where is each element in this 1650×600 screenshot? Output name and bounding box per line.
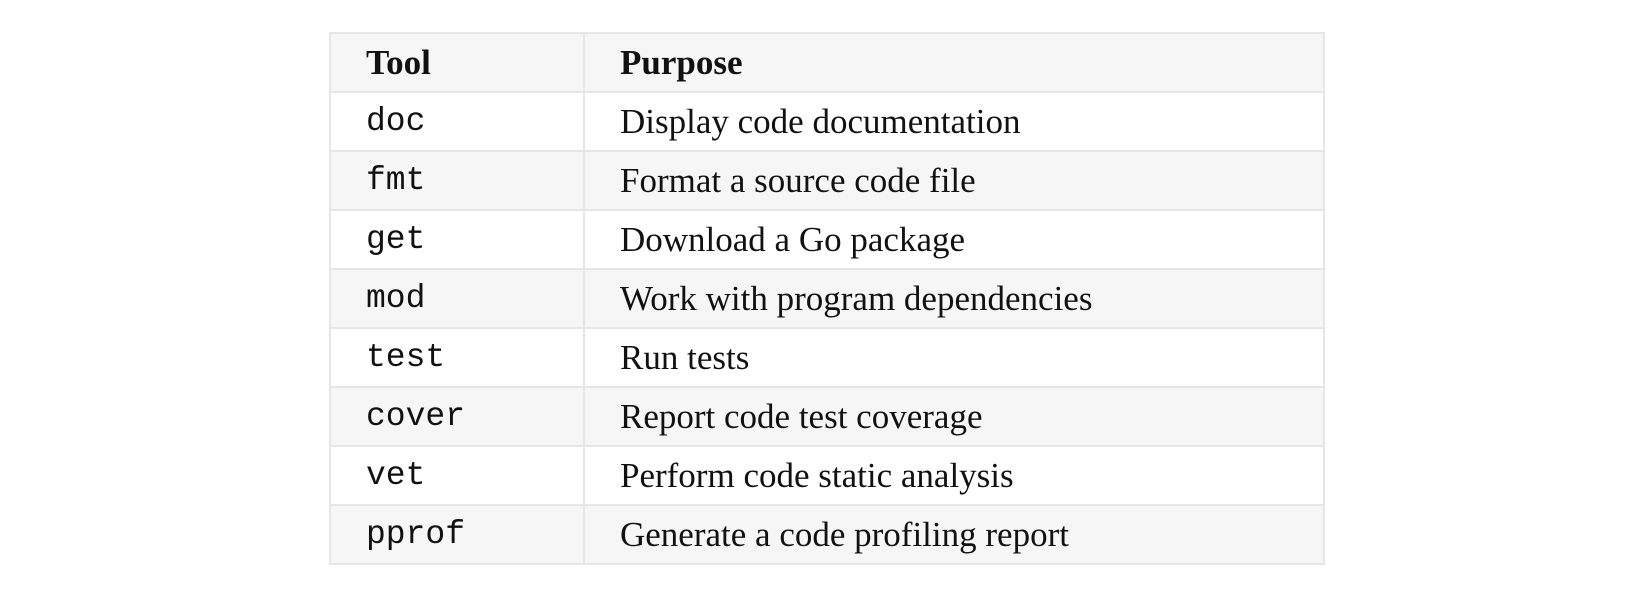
tool-cell: vet	[329, 445, 585, 506]
purpose-cell: Report code test coverage	[583, 386, 1325, 447]
table-header: Tool Purpose	[329, 32, 1325, 93]
table-body: doc Display code documentation fmt Forma…	[329, 91, 1325, 565]
table-row: pprof Generate a code profiling report	[329, 504, 1325, 565]
purpose-cell: Work with program dependencies	[583, 268, 1325, 329]
header-purpose: Purpose	[583, 32, 1325, 93]
tool-cell: cover	[329, 386, 585, 447]
header-tool: Tool	[329, 32, 585, 93]
table-row: doc Display code documentation	[329, 91, 1325, 152]
purpose-cell: Run tests	[583, 327, 1325, 388]
tools-table-container: Tool Purpose doc Display code documentat…	[329, 32, 1325, 565]
table-row: vet Perform code static analysis	[329, 445, 1325, 506]
tool-cell: get	[329, 209, 585, 270]
tool-cell: mod	[329, 268, 585, 329]
table-row: fmt Format a source code file	[329, 150, 1325, 211]
tool-cell: test	[329, 327, 585, 388]
tools-table: Tool Purpose doc Display code documentat…	[329, 32, 1325, 565]
tool-cell: doc	[329, 91, 585, 152]
tool-cell: fmt	[329, 150, 585, 211]
header-row: Tool Purpose	[329, 32, 1325, 93]
purpose-cell: Format a source code file	[583, 150, 1325, 211]
table-row: mod Work with program dependencies	[329, 268, 1325, 329]
table-row: test Run tests	[329, 327, 1325, 388]
table-row: get Download a Go package	[329, 209, 1325, 270]
tool-cell: pprof	[329, 504, 585, 565]
purpose-cell: Download a Go package	[583, 209, 1325, 270]
purpose-cell: Display code documentation	[583, 91, 1325, 152]
purpose-cell: Perform code static analysis	[583, 445, 1325, 506]
table-row: cover Report code test coverage	[329, 386, 1325, 447]
purpose-cell: Generate a code profiling report	[583, 504, 1325, 565]
